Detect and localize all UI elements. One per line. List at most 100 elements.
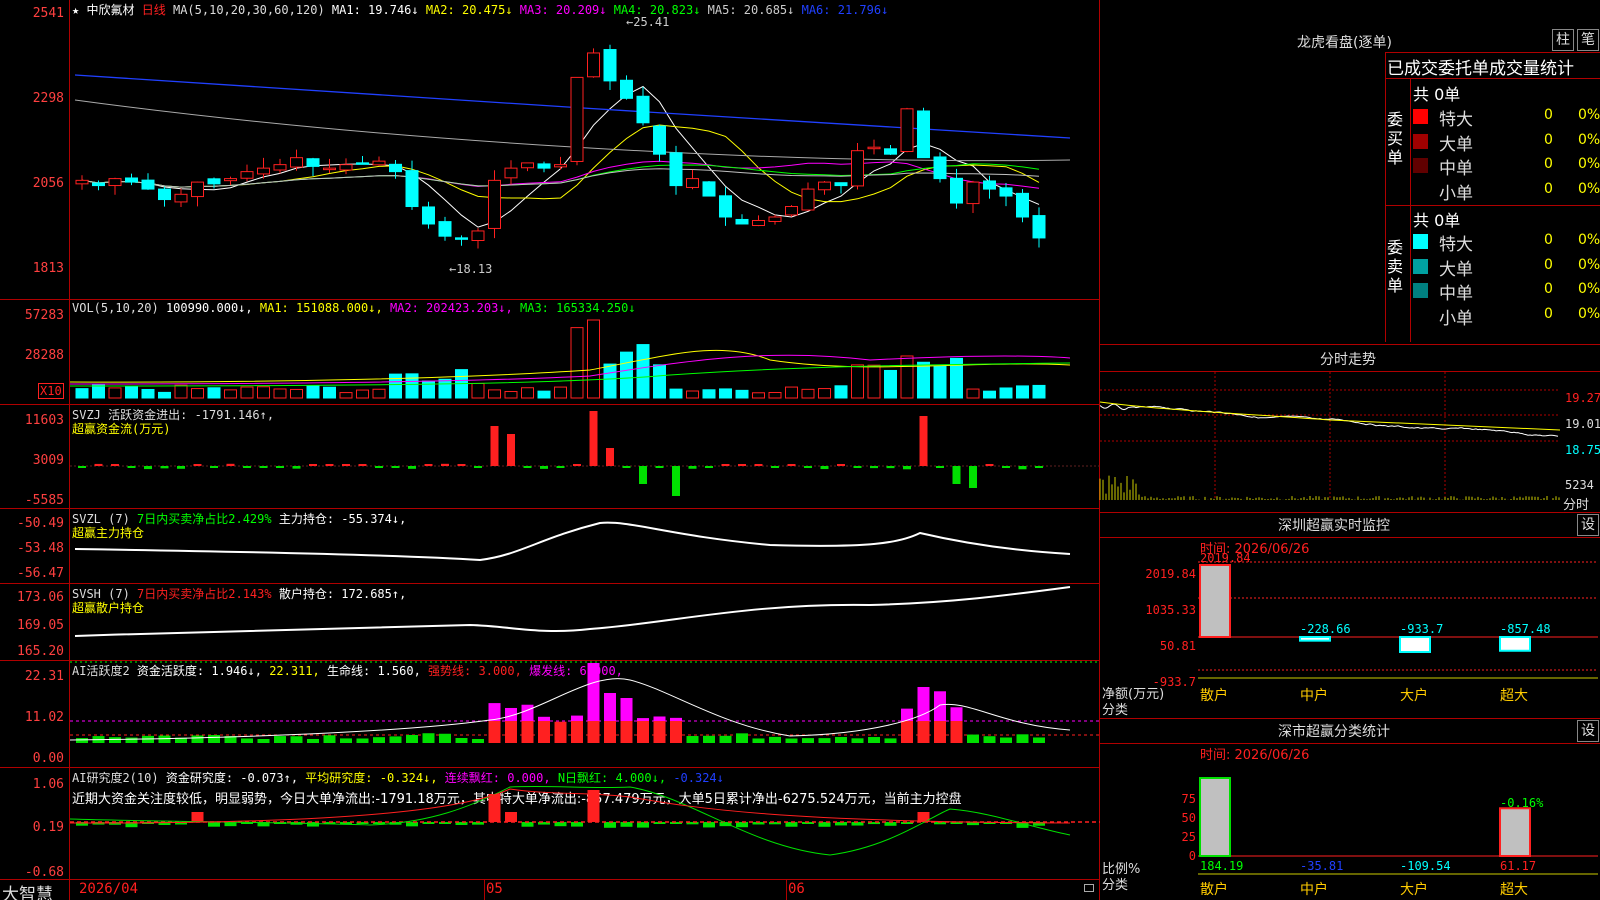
candlestick-chart[interactable] [70, 0, 1100, 295]
activity-bar-top [950, 707, 963, 721]
volume-bar [1016, 385, 1029, 399]
candle [405, 170, 419, 208]
order-count: 0 [1544, 131, 1553, 148]
flow-bar [358, 464, 367, 466]
dragon-title: 龙虎看盘(逐单) [1297, 35, 1392, 51]
sz-monitor-chart[interactable]: 2019.84 散户 -228.66 中户 -933.7 大户 -857.48 超大 [1198, 550, 1598, 710]
candle [834, 182, 848, 187]
color-swatch [1413, 234, 1428, 249]
price-label: 18.75 [1565, 443, 1600, 457]
ai-research-chart[interactable] [69, 767, 1100, 879]
category-label: 大户 [1400, 687, 1428, 704]
volume-bar [174, 384, 188, 399]
flow-bar [903, 466, 911, 470]
candle [950, 177, 963, 204]
flow-bar [556, 466, 565, 468]
volume-bar [966, 388, 980, 399]
category-label: 中户 [1300, 881, 1328, 898]
y-label: 22.31 [24, 669, 64, 684]
candle [620, 79, 633, 99]
candle [686, 178, 699, 188]
flow-bar [424, 464, 433, 466]
sz-stats-title: 深市超赢分类统计 [1278, 724, 1390, 740]
sz-monitor-settings-button[interactable]: 设 [1577, 514, 1599, 536]
activity-bar [917, 721, 930, 743]
bar-value: 2019.84 [1200, 551, 1251, 565]
activity-bar-top [538, 716, 550, 721]
candle [438, 221, 452, 237]
volume-bar [191, 388, 204, 399]
vol-unit-button[interactable]: X10 [38, 383, 64, 399]
flow-bar [408, 466, 416, 469]
column-view-button[interactable]: 柱 [1552, 29, 1574, 51]
y-label: 25 [1181, 830, 1196, 844]
ai-activity-chart[interactable] [69, 660, 1100, 767]
research-bar [604, 822, 616, 828]
svsh-chart[interactable] [70, 583, 1100, 660]
y-label: 28288 [24, 348, 64, 363]
flow-bar [589, 411, 598, 466]
order-count: 0 [1544, 281, 1553, 297]
color-swatch [1413, 307, 1428, 323]
category-label: 中户 [1300, 687, 1328, 704]
y-label: 2019.84 [1145, 567, 1196, 581]
volume-bar [537, 390, 551, 399]
brand-logo-text: 大智慧 [2, 885, 53, 900]
y-label: 1.06 [32, 777, 64, 792]
activity-bar [884, 738, 897, 743]
flow-bar [771, 466, 779, 468]
svzj-chart[interactable] [70, 404, 1100, 508]
tick-view-button[interactable]: 笔 [1577, 29, 1599, 51]
sz-stats-settings-button[interactable]: 设 [1577, 720, 1599, 742]
order-pct: 0% [1578, 107, 1600, 123]
y-label: 11.02 [24, 710, 64, 725]
volume-bar [636, 344, 650, 399]
svzl-chart[interactable] [70, 508, 1100, 583]
order-type: 中单 [1439, 159, 1473, 179]
activity-bar-top [521, 704, 534, 721]
volume-bar [620, 351, 633, 399]
category-label: 超大 [1500, 688, 1528, 704]
volume-bar [834, 385, 848, 399]
research-bar [637, 822, 649, 828]
activity-bar [983, 736, 996, 743]
activity-bar [158, 735, 171, 743]
volume-bar [999, 387, 1013, 399]
flow-bar [507, 434, 515, 466]
lock-icon[interactable] [1084, 884, 1094, 892]
y-label: 169.05 [17, 618, 64, 633]
volume-bar [108, 387, 122, 399]
volume-chart[interactable] [69, 300, 1100, 404]
stats-tabs[interactable]: 已成交委托单成交量统计 [1387, 54, 1574, 79]
candle [488, 179, 501, 229]
activity-bar [356, 738, 369, 743]
x-tick [484, 880, 485, 900]
x-label: 2026/04 [79, 881, 139, 897]
price-label: 19.01 [1565, 417, 1600, 431]
volume-bar [339, 392, 353, 399]
intraday-chart[interactable] [1099, 372, 1561, 512]
flow-bar [94, 463, 103, 466]
flow-bar [886, 466, 895, 469]
candle [554, 164, 567, 168]
volume-bar [471, 382, 485, 399]
ratio-bar-散户 [1199, 777, 1231, 857]
y-label: -5585 [24, 493, 64, 508]
flow-bar [259, 466, 268, 468]
activity-bar-top [587, 663, 600, 721]
candle [257, 167, 270, 175]
volume-bar [867, 364, 881, 399]
volume-bar [587, 319, 600, 399]
volume-bar [570, 327, 584, 399]
flow-bar [622, 466, 631, 468]
buy-total: 共 0单 [1413, 85, 1461, 104]
flow-bar [309, 464, 317, 466]
sz-stats-chart[interactable]: 184.19 散户 -35.81 中户 -109.54 大户 61.17 超大 -0.16% [1198, 750, 1598, 900]
candle [504, 167, 518, 179]
activity-bar [967, 734, 979, 743]
flow-bar [457, 464, 466, 466]
activity-bar [604, 721, 616, 743]
candle [735, 218, 749, 225]
y-label: 0.00 [32, 751, 64, 766]
color-swatch [1413, 109, 1428, 124]
